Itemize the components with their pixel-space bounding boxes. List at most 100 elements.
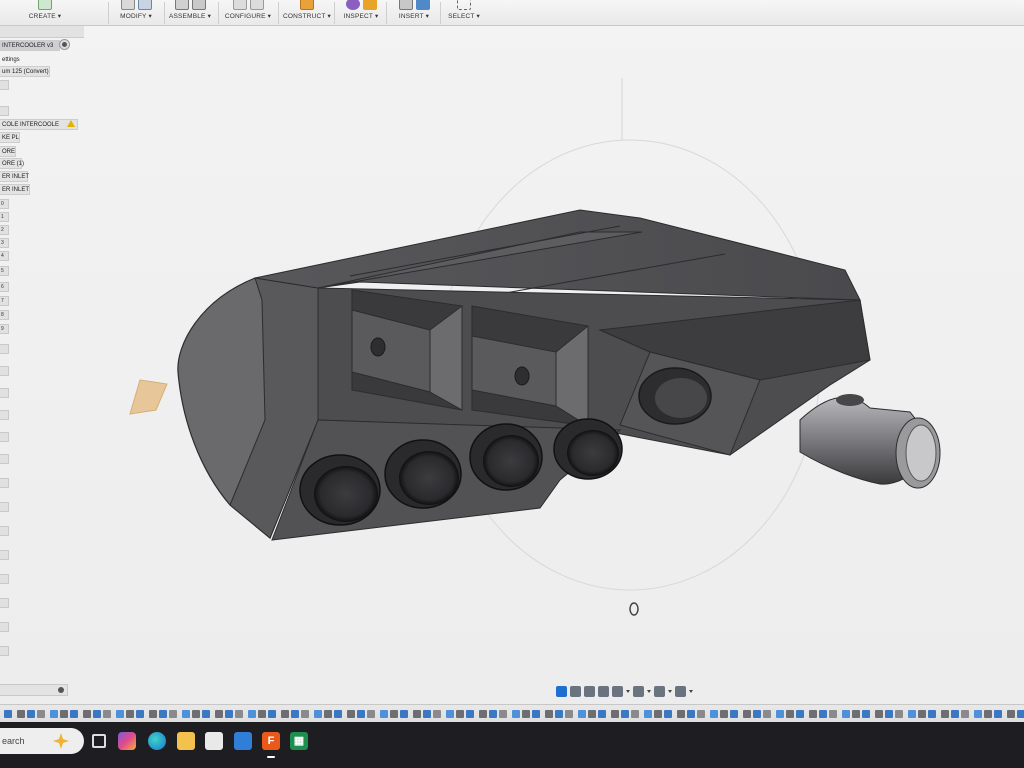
timeline-feature[interactable] (994, 710, 1002, 718)
browser-stub[interactable] (0, 526, 9, 536)
timeline-feature[interactable] (37, 710, 45, 718)
timeline-feature[interactable] (83, 710, 91, 718)
browser-item-component[interactable]: COLE INTERCOOLE (0, 119, 78, 130)
timeline-feature[interactable] (159, 710, 167, 718)
task-view-icon[interactable] (92, 734, 106, 748)
timeline-feature[interactable] (984, 710, 992, 718)
timeline-feature[interactable] (357, 710, 365, 718)
file-explorer-icon[interactable] (177, 732, 195, 750)
browser-stub[interactable] (0, 598, 9, 608)
browser-stub[interactable] (0, 366, 9, 376)
timeline-feature[interactable] (169, 710, 177, 718)
timeline-feature[interactable] (456, 710, 464, 718)
timeline-feature[interactable] (512, 710, 520, 718)
browser-item-core-1[interactable]: ORE (1) (0, 158, 24, 169)
browser-stub[interactable]: 3 (0, 238, 9, 248)
timeline-feature[interactable] (1017, 710, 1024, 718)
timeline-feature[interactable] (555, 710, 563, 718)
timeline-feature[interactable] (753, 710, 761, 718)
timeline-feature[interactable] (743, 710, 751, 718)
create-menu[interactable]: CREATE ▾ (22, 0, 68, 26)
timeline-feature[interactable] (17, 710, 25, 718)
timeline-feature[interactable] (50, 710, 58, 718)
fit-icon[interactable] (612, 685, 623, 697)
activate-radio-icon[interactable] (60, 40, 69, 49)
timeline-feature[interactable] (479, 710, 487, 718)
taskbar-search[interactable]: earch (0, 728, 84, 754)
assemble-menu[interactable]: ASSEMBLE ▾ (166, 0, 214, 26)
sheets-app-icon[interactable]: ▦ (290, 732, 308, 750)
timeline-feature[interactable] (149, 710, 157, 718)
browser-stub[interactable]: 7 (0, 296, 9, 306)
timeline-feature[interactable] (621, 710, 629, 718)
timeline-feature[interactable] (235, 710, 243, 718)
insert-menu[interactable]: INSERT ▾ (392, 0, 436, 26)
browser-stub[interactable] (0, 410, 9, 420)
timeline-feature[interactable] (489, 710, 497, 718)
inlet-tube[interactable] (299, 454, 381, 526)
timeline-feature[interactable] (301, 710, 309, 718)
timeline-feature[interactable] (248, 710, 256, 718)
add-comment-icon[interactable] (58, 687, 64, 693)
timeline-feature[interactable] (908, 710, 916, 718)
timeline-feature[interactable] (281, 710, 289, 718)
timeline-feature[interactable] (809, 710, 817, 718)
inspect-menu[interactable]: INSPECT ▾ (340, 0, 382, 26)
chevron-down-icon[interactable] (647, 689, 651, 693)
timeline-feature[interactable] (578, 710, 586, 718)
3d-viewport[interactable] (84, 26, 1024, 684)
timeline-feature[interactable] (687, 710, 695, 718)
timeline-feature[interactable] (225, 710, 233, 718)
timeline-feature[interactable] (796, 710, 804, 718)
timeline-feature[interactable] (423, 710, 431, 718)
browser-stub[interactable] (0, 388, 9, 398)
timeline-feature[interactable] (499, 710, 507, 718)
timeline-feature[interactable] (697, 710, 705, 718)
copilot-sparkle-icon[interactable] (52, 732, 70, 750)
comments-panel[interactable] (0, 684, 68, 696)
browser-item-inlet-1[interactable]: ER INLET (0, 171, 29, 182)
design-timeline[interactable] (0, 704, 1024, 722)
timeline-feature[interactable] (974, 710, 982, 718)
timeline-feature[interactable] (400, 710, 408, 718)
browser-stub[interactable] (0, 344, 9, 354)
timeline-feature[interactable] (951, 710, 959, 718)
timeline-feature[interactable] (215, 710, 223, 718)
browser-stub[interactable] (0, 432, 9, 442)
inlet-tube[interactable] (553, 418, 623, 480)
timeline-feature[interactable] (4, 710, 12, 718)
timeline-feature[interactable] (291, 710, 299, 718)
browser-item-named-views[interactable] (0, 80, 9, 90)
timeline-feature[interactable] (862, 710, 870, 718)
browser-stub[interactable]: 4 (0, 251, 9, 261)
timeline-feature[interactable] (93, 710, 101, 718)
timeline-feature[interactable] (268, 710, 276, 718)
timeline-feature[interactable] (664, 710, 672, 718)
timeline-feature[interactable] (611, 710, 619, 718)
browser-item-core[interactable]: ORE (0, 146, 16, 157)
timeline-feature[interactable] (786, 710, 794, 718)
timeline-feature[interactable] (730, 710, 738, 718)
timeline-feature[interactable] (192, 710, 200, 718)
display-settings-icon[interactable] (633, 685, 644, 697)
inlet-tube[interactable] (384, 439, 462, 509)
browser-stub[interactable] (0, 574, 9, 584)
timeline-feature[interactable] (776, 710, 784, 718)
timeline-feature[interactable] (852, 710, 860, 718)
timeline-feature[interactable] (60, 710, 68, 718)
orbit-icon[interactable] (556, 685, 567, 697)
copilot-app-icon[interactable] (118, 732, 136, 750)
timeline-feature[interactable] (895, 710, 903, 718)
timeline-feature[interactable] (413, 710, 421, 718)
timeline-feature[interactable] (829, 710, 837, 718)
timeline-feature[interactable] (126, 710, 134, 718)
timeline-feature[interactable] (70, 710, 78, 718)
timeline-feature[interactable] (644, 710, 652, 718)
browser-stub[interactable]: 0 (0, 199, 9, 209)
timeline-feature[interactable] (677, 710, 685, 718)
timeline-feature[interactable] (720, 710, 728, 718)
timeline-feature[interactable] (598, 710, 606, 718)
browser-item-units[interactable]: um 125 (Convert) (0, 66, 50, 77)
timeline-feature[interactable] (532, 710, 540, 718)
timeline-feature[interactable] (116, 710, 124, 718)
